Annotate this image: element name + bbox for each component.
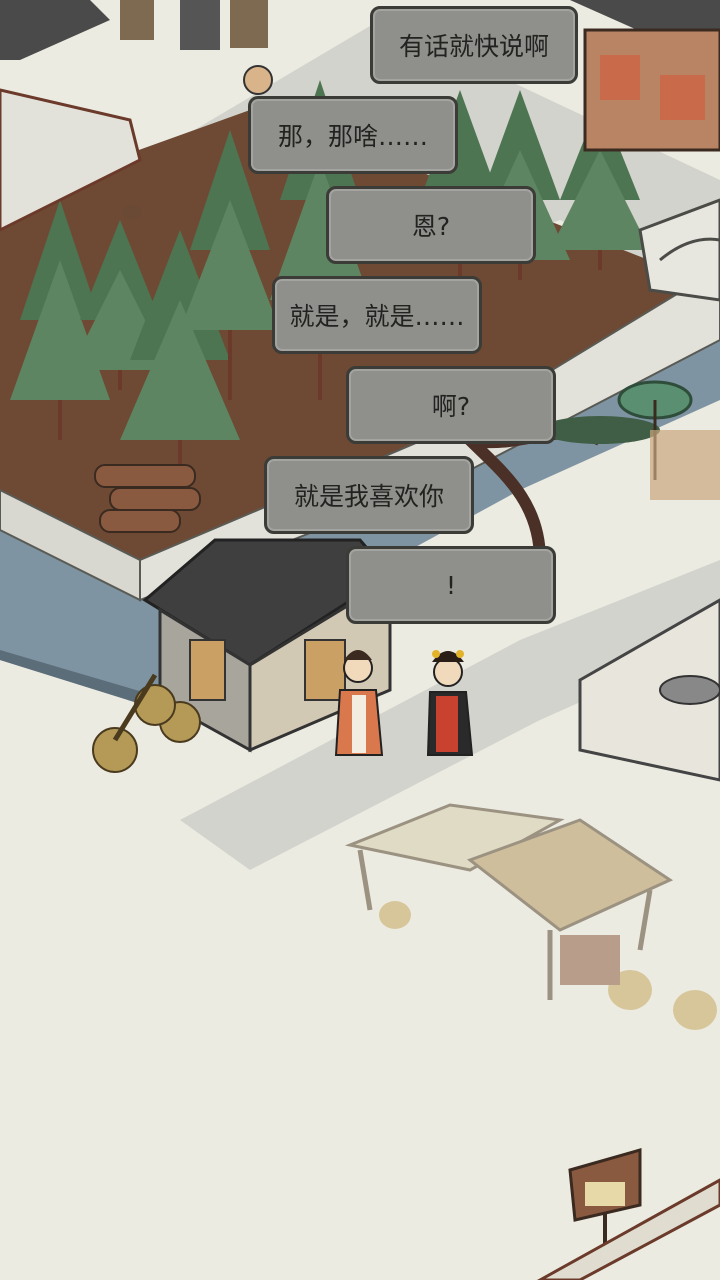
sparrow-icon — [122, 205, 142, 219]
dialogue-text: 就是我喜欢你 — [293, 482, 444, 511]
dialogue-bubble[interactable]: 恩? — [326, 186, 536, 264]
dialogue-text: ! — [445, 570, 457, 600]
dialogue-bubble[interactable]: 就是，就是…… — [272, 276, 482, 354]
dialogue-text: 有话就快说啊 — [398, 32, 549, 61]
dialogue-bubble[interactable]: 啊? — [346, 366, 556, 444]
dialogue-text: 就是，就是…… — [289, 302, 465, 331]
dialogue-bubble[interactable]: ! — [346, 546, 556, 624]
dialogue-text: 恩? — [411, 212, 451, 241]
dialogue-text: 那，那啥…… — [277, 122, 428, 151]
dialogue-bubble[interactable]: 就是我喜欢你 — [264, 456, 474, 534]
dialogue-bubble[interactable]: 有话就快说啊 — [370, 6, 578, 84]
dialogue-text: 啊? — [431, 392, 471, 421]
dialogue-bubble[interactable]: 那，那啥…… — [248, 96, 458, 174]
